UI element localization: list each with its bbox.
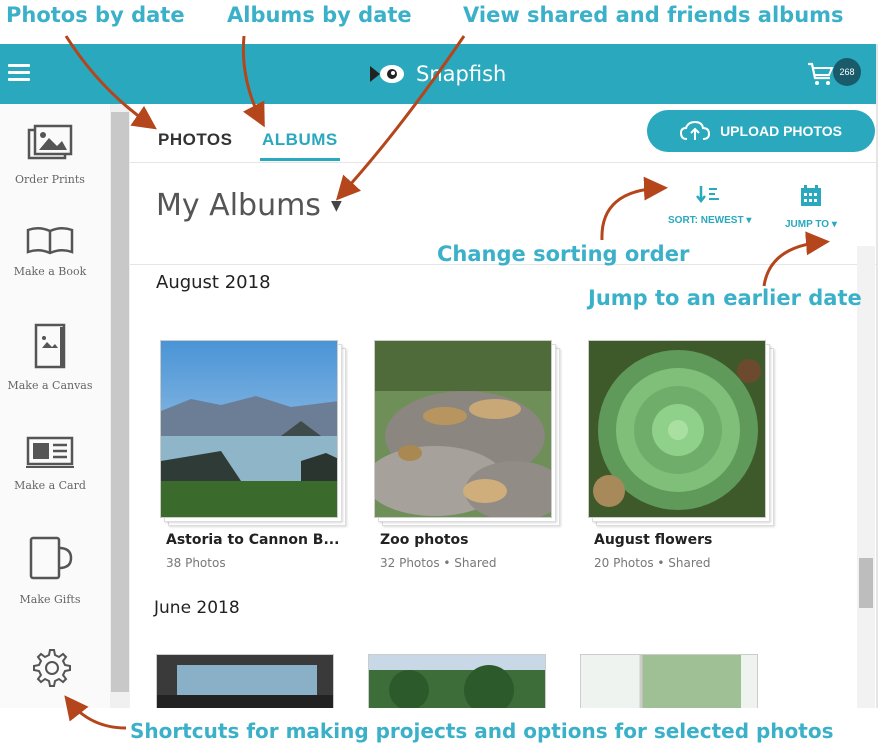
album-cover-image[interactable] — [580, 654, 758, 708]
canvas-icon — [34, 323, 66, 369]
album-cover-image — [160, 340, 338, 518]
upload-photos-button[interactable]: UPLOAD PHOTOS — [647, 110, 875, 152]
album-title: Zoo photos — [380, 532, 469, 548]
top-bar: Snapfish 268 — [0, 44, 876, 104]
sidebar-item-label: Order Prints — [15, 173, 85, 186]
sidebar-scrollbar-thumb[interactable] — [111, 112, 129, 692]
sidebar-item-order-prints[interactable]: Order Prints — [0, 124, 100, 186]
album-view-dropdown[interactable]: My Albums ▼ — [156, 188, 342, 223]
tab-photos[interactable]: PHOTOS — [158, 130, 232, 150]
caret-down-icon: ▼ — [330, 197, 342, 214]
app-window: Snapfish 268 Order Prints Make a Book Ma… — [0, 44, 878, 708]
annotation-jump-earlier: Jump to an earlier date — [588, 286, 862, 310]
brand-logo[interactable]: Snapfish — [370, 58, 506, 90]
album-meta: 38 Photos — [166, 556, 226, 570]
jump-label: JUMP TO ▾ — [785, 219, 837, 230]
jump-to-button[interactable]: JUMP TO ▾ — [785, 184, 837, 230]
album-meta: 20 Photos • Shared — [594, 556, 711, 570]
gear-icon — [33, 649, 71, 687]
album-card[interactable]: Zoo photos 32 Photos • Shared — [374, 340, 562, 580]
sidebar-item-label: Make a Book — [13, 265, 87, 278]
sort-label: SORT: NEWEST ▾ — [668, 215, 752, 226]
album-title: August flowers — [594, 532, 713, 548]
sidebar-item-make-book[interactable]: Make a Book — [0, 226, 100, 278]
active-tab-indicator — [260, 158, 340, 161]
album-cover-image — [374, 340, 552, 518]
sidebar-item-label: Make a Card — [14, 479, 86, 492]
cart-icon — [808, 62, 834, 85]
cloud-upload-icon — [680, 120, 711, 140]
section-title: June 2018 — [154, 598, 240, 618]
sidebar-item-make-card[interactable]: Make a Card — [0, 434, 100, 492]
album-view-title: My Albums — [156, 188, 321, 223]
annotation-shortcuts: Shortcuts for making projects and option… — [130, 719, 834, 743]
tab-divider — [130, 162, 876, 163]
sidebar-item-make-gifts[interactable]: Make Gifts — [0, 534, 100, 606]
section-title: August 2018 — [156, 272, 271, 293]
annotation-view-shared: View shared and friends albums — [463, 3, 844, 27]
sidebar-item-make-canvas[interactable]: Make a Canvas — [0, 322, 100, 392]
main-content: PHOTOS ALBUMS UPLOAD PHOTOS My Albums ▼ — [130, 104, 876, 708]
upload-button-label: UPLOAD PHOTOS — [720, 123, 842, 139]
cart-count-badge: 268 — [833, 58, 861, 86]
annotation-albums-by-date: Albums by date — [227, 3, 412, 27]
album-card[interactable]: August flowers 20 Photos • Shared — [588, 340, 776, 580]
album-cover-image — [588, 340, 766, 518]
prints-icon — [27, 124, 73, 160]
main-scrollbar-thumb[interactable] — [859, 558, 873, 608]
sidebar-item-label: Make Gifts — [19, 593, 81, 606]
fish-logo-icon — [370, 65, 404, 83]
sidebar-item-label: Make a Canvas — [7, 379, 93, 392]
calendar-icon — [800, 185, 821, 206]
album-cover-image[interactable] — [368, 654, 546, 708]
main-scrollbar[interactable] — [857, 246, 875, 708]
cart-button[interactable]: 268 — [806, 54, 866, 94]
annotation-photos-by-date: Photos by date — [6, 3, 185, 27]
album-card[interactable]: Astoria to Cannon B... 38 Photos — [160, 340, 348, 580]
menu-icon[interactable] — [8, 64, 30, 82]
card-icon — [26, 436, 74, 468]
book-icon — [26, 227, 74, 255]
sidebar: Order Prints Make a Book Make a Canvas M… — [0, 104, 110, 708]
album-meta: 32 Photos • Shared — [380, 556, 497, 570]
brand-name: Snapfish — [416, 62, 507, 86]
album-cover-image[interactable] — [156, 654, 334, 708]
sidebar-scrollbar[interactable] — [110, 104, 130, 708]
tab-albums[interactable]: ALBUMS — [262, 130, 338, 150]
annotation-change-sorting: Change sorting order — [437, 242, 690, 266]
settings-button[interactable] — [0, 644, 100, 697]
mug-icon — [29, 536, 73, 580]
sort-button[interactable]: SORT: NEWEST ▾ — [668, 184, 751, 226]
album-title: Astoria to Cannon B... — [166, 532, 340, 548]
sort-icon — [695, 186, 719, 204]
